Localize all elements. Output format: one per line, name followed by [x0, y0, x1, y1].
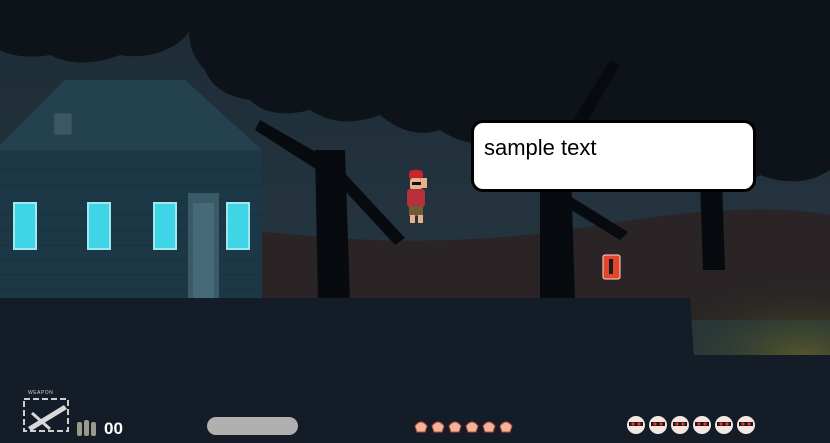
window: [153, 202, 177, 250]
enemies-row: [627, 416, 755, 434]
collectibles-row: [414, 421, 513, 433]
window: [13, 202, 37, 250]
bullet-icon: [77, 420, 96, 436]
gingerbread-icon: [414, 421, 513, 433]
speech-bubble: sample text: [471, 120, 756, 192]
crossbow-icon[interactable]: [20, 395, 75, 437]
background-layer: [0, 0, 830, 443]
health-bar: [207, 417, 298, 435]
window: [226, 202, 250, 250]
game-scene: sample text WEAPON 00: [0, 0, 830, 443]
pickup-item[interactable]: [602, 254, 621, 280]
speech-text: sample text: [484, 135, 597, 160]
window: [87, 202, 111, 250]
attic-vent: [53, 112, 73, 136]
ammo-count: 00: [104, 419, 123, 438]
skull-icon: [627, 416, 755, 434]
